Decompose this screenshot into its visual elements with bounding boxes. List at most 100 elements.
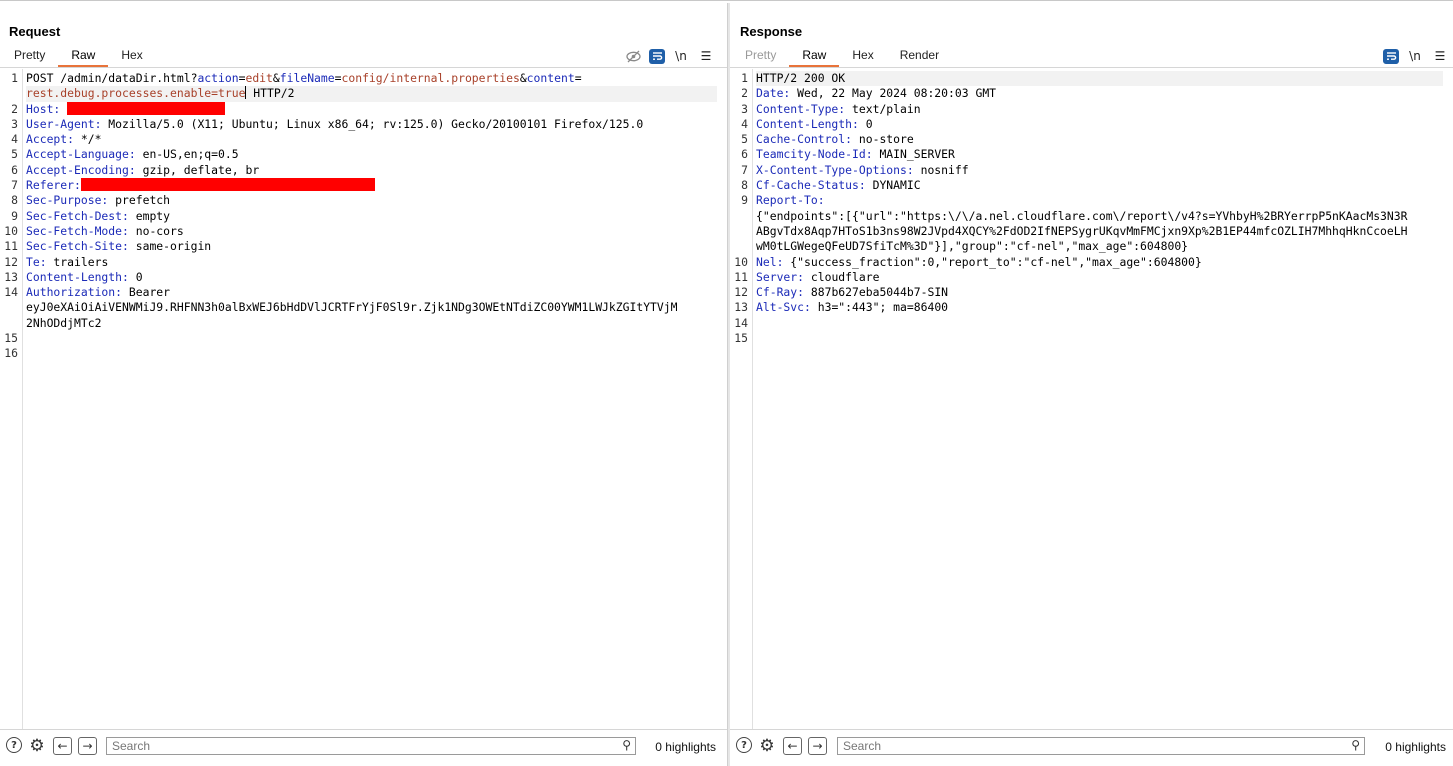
response-tab-render[interactable]: Render: [887, 45, 952, 65]
code-line[interactable]: 12 Te: trailers: [4, 255, 717, 270]
next-match-button[interactable]: →: [808, 737, 827, 755]
code-line[interactable]: 3 Content-Type: text/plain: [741, 102, 1443, 117]
code-line[interactable]: wM0tLGWegeQFeUD7SfiTcM%3D"}],"group":"cf…: [756, 239, 1443, 254]
request-tab-hex[interactable]: Hex: [108, 45, 155, 65]
response-toolbar: \n ☰: [1376, 48, 1449, 64]
line-number: 14: [734, 315, 748, 330]
code-line[interactable]: 15: [4, 331, 717, 346]
header-name: Server:: [756, 269, 805, 284]
code-line[interactable]: 10 Nel: {"success_fraction":0,"report_to"…: [734, 255, 1443, 270]
code-line[interactable]: 11 Sec-Fetch-Site: same-origin: [4, 239, 717, 254]
code-line[interactable]: {"endpoints":[{"url":"https:\/\/a.nel.cl…: [756, 209, 1443, 224]
next-match-button[interactable]: →: [78, 737, 97, 755]
code-text: eyJ0eXAiOiAiVENWMiJ9.RHFNN3h0alBxWEJ6bHd…: [26, 300, 678, 315]
code-line[interactable]: 9 Sec-Fetch-Dest: empty: [11, 209, 717, 224]
arrow-left-icon: ←: [57, 739, 68, 753]
newline-toggle-icon[interactable]: \n: [672, 48, 690, 64]
menu-icon[interactable]: ☰: [697, 48, 715, 64]
code-line[interactable]: 4 Accept: */*: [11, 132, 717, 147]
code-line[interactable]: 2NhODdjMTc2: [26, 316, 717, 331]
code-line[interactable]: ABgvTdx8Aqp7HToS1b3ns98W2JVpd4XQCY%2FdOD…: [756, 224, 1443, 239]
settings-gear-icon[interactable]: ⚙: [758, 736, 776, 756]
code-text: =: [334, 71, 342, 85]
response-tab-raw[interactable]: Raw: [789, 45, 840, 67]
header-name: Authorization:: [26, 285, 123, 300]
code-line[interactable]: 6 Teamcity-Node-Id: MAIN_SERVER: [741, 147, 1443, 162]
code-line[interactable]: 1 POST /admin/dataDir.html?action=edit&fi…: [11, 71, 717, 86]
code-line[interactable]: 14: [734, 316, 1443, 331]
previous-match-button[interactable]: ←: [783, 737, 802, 755]
code-line[interactable]: 12 Cf-Ray: 887b627eba5044b7-SIN: [734, 285, 1443, 300]
code-line[interactable]: 14 Authorization: Bearer: [4, 285, 717, 300]
code-line[interactable]: 2 Host:: [11, 101, 717, 117]
request-editor[interactable]: 1 POST /admin/dataDir.html?action=edit&fi…: [0, 69, 727, 730]
code-line[interactable]: 9 Report-To:: [741, 193, 1443, 208]
wrap-lines-icon[interactable]: [649, 48, 665, 64]
response-tab-hex[interactable]: Hex: [839, 45, 886, 65]
code-line[interactable]: 1 HTTP/2 200 OK: [741, 71, 1443, 87]
settings-gear-icon[interactable]: ⚙: [28, 736, 46, 756]
code-text: h3=":443"; ma=86400: [810, 300, 949, 315]
hide-nonprintable-icon[interactable]: [624, 48, 642, 64]
code-text: {"endpoints":[{"url":"https:\/\/a.nel.cl…: [756, 208, 1408, 223]
request-tab-raw[interactable]: Raw: [58, 45, 109, 67]
code-text: ABgvTdx8Aqp7HToS1b3ns98W2JVpd4XQCY%2FdOD…: [756, 223, 1408, 238]
code-text: =: [574, 71, 582, 85]
code-line[interactable]: 16: [4, 346, 717, 361]
code-line[interactable]: 8 Cf-Cache-Status: DYNAMIC: [741, 178, 1443, 193]
response-search-box: ⚲: [837, 737, 1365, 755]
header-name: Host:: [26, 101, 61, 116]
menu-icon[interactable]: ☰: [1431, 48, 1449, 64]
code-line[interactable]: 13 Content-Length: 0: [4, 270, 717, 285]
request-highlights-count: 0 highlights: [655, 740, 716, 754]
response-editor[interactable]: 1 HTTP/2 200 OK 2 Date: Wed, 22 May 2024 08…: [730, 69, 1453, 730]
code-line[interactable]: 10 Sec-Fetch-Mode: no-cors: [4, 223, 717, 239]
code-line[interactable]: 7 Referer:: [11, 178, 717, 193]
code-line[interactable]: 13 Alt-Svc: h3=":443"; ma=86400: [734, 300, 1443, 315]
code-text: no-cors: [128, 223, 184, 238]
redaction-box: [80, 178, 375, 192]
code-text: 887b627eba5044b7-SIN: [804, 285, 949, 300]
help-icon[interactable]: ?: [6, 737, 22, 753]
search-icon: ⚲: [622, 738, 631, 752]
line-number: 8: [11, 193, 18, 208]
response-search-input[interactable]: [838, 738, 1322, 754]
help-icon[interactable]: ?: [736, 737, 752, 753]
line-number: 15: [734, 331, 748, 346]
code-line[interactable]: 6 Accept-Encoding: gzip, deflate, br: [11, 163, 717, 178]
code-line[interactable]: 4 Content-Length: 0: [741, 117, 1443, 132]
previous-match-button[interactable]: ←: [53, 737, 72, 755]
wrap-lines-icon[interactable]: [1383, 48, 1399, 64]
header-name: Report-To:: [756, 193, 825, 208]
code-line[interactable]: 5 Accept-Language: en-US,en;q=0.5: [11, 147, 717, 162]
request-search-input[interactable]: [107, 738, 593, 754]
code-line[interactable]: 11 Server: cloudflare: [734, 269, 1443, 285]
response-tab-pretty[interactable]: Pretty: [732, 45, 789, 65]
param-name: fileName: [279, 71, 335, 85]
request-code[interactable]: 1 POST /admin/dataDir.html?action=edit&fi…: [4, 71, 717, 362]
response-title: Response: [740, 24, 803, 39]
request-footer: ? ⚙ ← → ⚲ 0 highlights: [0, 729, 727, 766]
line-number: 4: [741, 116, 748, 131]
code-text: no-store: [852, 132, 914, 147]
newline-toggle-icon[interactable]: \n: [1406, 48, 1424, 64]
code-line[interactable]: rest.debug.processes.enable=true HTTP/2: [26, 86, 717, 102]
line-number: 9: [741, 193, 748, 208]
code-line[interactable]: 8 Sec-Purpose: prefetch: [11, 193, 717, 208]
header-name: Sec-Purpose:: [26, 193, 109, 208]
request-tab-pretty[interactable]: Pretty: [1, 45, 58, 65]
line-number: 16: [4, 346, 18, 361]
code-line[interactable]: 2 Date: Wed, 22 May 2024 08:20:03 GMT: [741, 86, 1443, 101]
line-number: 5: [741, 132, 748, 147]
code-line[interactable]: 7 X-Content-Type-Options: nosniff: [741, 163, 1443, 178]
code-line[interactable]: eyJ0eXAiOiAiVENWMiJ9.RHFNN3h0alBxWEJ6bHd…: [26, 300, 717, 315]
header-name: Teamcity-Node-Id:: [756, 147, 873, 162]
response-code[interactable]: 1 HTTP/2 200 OK 2 Date: Wed, 22 May 2024 08…: [734, 71, 1443, 346]
line-number: 15: [4, 331, 18, 346]
code-line[interactable]: 5 Cache-Control: no-store: [741, 132, 1443, 147]
header-name: Accept:: [26, 132, 75, 147]
code-line[interactable]: 15: [734, 331, 1443, 346]
line-number: 7: [11, 178, 18, 193]
line-number: 14: [4, 285, 18, 300]
code-line[interactable]: 3 User-Agent: Mozilla/5.0 (X11; Ubuntu; L…: [11, 117, 717, 132]
